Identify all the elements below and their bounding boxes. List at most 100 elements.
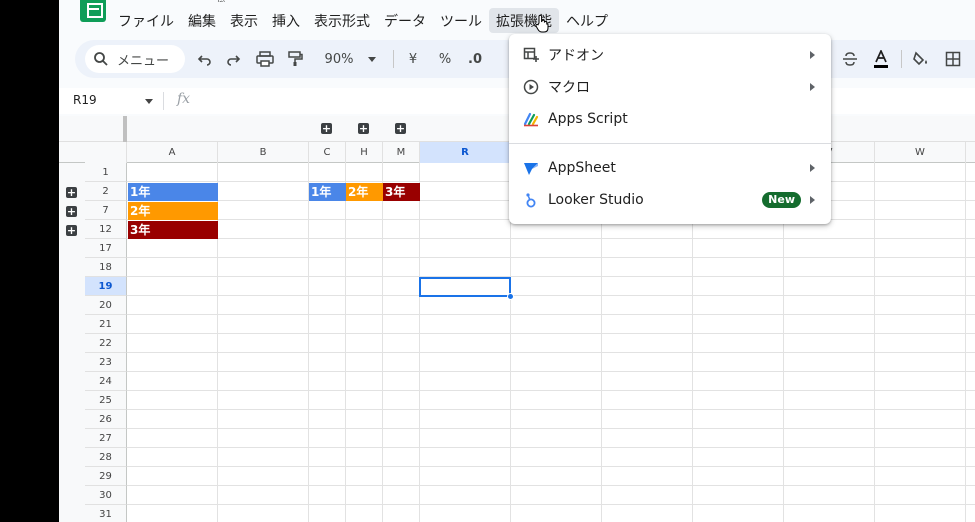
search-menus-pill[interactable]: メニュー xyxy=(85,45,185,73)
appsheet-icon xyxy=(524,163,538,175)
menu-file[interactable]: ファイル xyxy=(111,8,181,33)
row-header-2[interactable]: 2 xyxy=(85,182,127,201)
column-header-b[interactable]: B xyxy=(218,142,309,163)
column-header-h[interactable]: H xyxy=(346,142,383,163)
macro-play-icon xyxy=(523,79,539,95)
menu-option-addons[interactable]: アドオン xyxy=(509,39,831,71)
menu-option-appsheet[interactable]: AppSheet xyxy=(509,152,831,184)
percent-format-button[interactable]: % xyxy=(433,40,457,78)
addon-icon xyxy=(523,47,539,62)
zoom-select[interactable]: 90% xyxy=(317,40,361,78)
expand-group-m-icon[interactable]: + xyxy=(395,123,406,134)
row-gridline xyxy=(127,276,975,277)
selected-cell-r19[interactable] xyxy=(419,277,511,297)
undo-icon[interactable] xyxy=(193,40,217,78)
row-header-19[interactable]: 19 xyxy=(85,277,127,296)
cell-a7[interactable]: 2年 xyxy=(128,202,218,220)
row-header-25[interactable]: 25 xyxy=(85,391,127,410)
column-header-w[interactable]: W xyxy=(875,142,966,163)
cell-h2[interactable]: 2年 xyxy=(346,183,383,201)
row-header-17[interactable]: 17 xyxy=(85,239,127,258)
expand-group-row-12-icon[interactable]: + xyxy=(66,225,77,236)
menu-help[interactable]: ヘルプ xyxy=(559,8,615,33)
row-gridline xyxy=(127,409,975,410)
menu-option-looker-studio[interactable]: Looker Studio New xyxy=(509,184,831,216)
row-header-1[interactable]: 1 xyxy=(85,163,127,182)
row-group-gutter: + + + xyxy=(59,163,85,522)
row-header-23[interactable]: 23 xyxy=(85,353,127,372)
fill-color-icon[interactable] xyxy=(909,40,933,78)
row-gridline xyxy=(127,238,975,239)
row-header-18[interactable]: 18 xyxy=(85,258,127,277)
select-all-corner[interactable] xyxy=(85,142,127,163)
column-header-m[interactable]: M xyxy=(383,142,420,163)
apps-script-icon xyxy=(523,112,539,127)
submenu-arrow-icon xyxy=(810,196,815,204)
menu-tools[interactable]: ツール xyxy=(433,8,489,33)
row-header-20[interactable]: 20 xyxy=(85,296,127,315)
strikethrough-icon[interactable] xyxy=(838,40,862,78)
row-header-22[interactable]: 22 xyxy=(85,334,127,353)
cell-m2[interactable]: 3年 xyxy=(383,183,420,201)
toolbar-divider xyxy=(393,50,394,68)
row-header-26[interactable]: 26 xyxy=(85,410,127,429)
name-box-dropdown-icon[interactable] xyxy=(145,99,153,104)
search-menus-label: メニュー xyxy=(117,53,170,69)
menu-option-label: Apps Script xyxy=(548,111,628,127)
hand-cursor-icon xyxy=(535,14,549,33)
redo-icon[interactable] xyxy=(221,40,245,78)
expand-group-row-2-icon[interactable]: + xyxy=(66,187,77,198)
row-header-27[interactable]: 27 xyxy=(85,429,127,448)
row-header-12[interactable]: 12 xyxy=(85,220,127,239)
borders-icon[interactable] xyxy=(941,40,965,78)
column-header-r[interactable]: R xyxy=(420,142,511,163)
menu-view[interactable]: 表示 xyxy=(223,8,265,33)
row-gridline xyxy=(127,447,975,448)
row-gridline xyxy=(127,504,975,505)
menu-option-label: マクロ xyxy=(548,80,590,96)
row-gridline xyxy=(127,485,975,486)
cell-a2[interactable]: 1年 xyxy=(128,183,218,201)
menu-format[interactable]: 表示形式 xyxy=(307,8,377,33)
menu-data[interactable]: データ xyxy=(377,8,433,33)
chevron-down-icon[interactable] xyxy=(365,40,379,78)
row-header-29[interactable]: 29 xyxy=(85,467,127,486)
cell-c2[interactable]: 1年 xyxy=(309,183,346,201)
expand-group-c-icon[interactable]: + xyxy=(321,123,332,134)
column-gridline xyxy=(419,163,420,522)
column-header-a[interactable]: A xyxy=(127,142,218,163)
submenu-arrow-icon xyxy=(810,83,815,91)
menu-option-macros[interactable]: マクロ xyxy=(509,71,831,103)
name-box[interactable]: R19 xyxy=(73,93,97,107)
row-gridline xyxy=(127,257,975,258)
row-header-21[interactable]: 21 xyxy=(85,315,127,334)
paint-format-icon[interactable] xyxy=(283,40,307,78)
menu-divider xyxy=(509,143,831,144)
menu-option-label: アドオン xyxy=(548,48,604,64)
expand-group-row-7-icon[interactable]: + xyxy=(66,206,77,217)
document-title-clipped: ▔▔ ▔▔▔ ▔ ☆ xyxy=(119,0,229,2)
menu-insert[interactable]: 挿入 xyxy=(265,8,307,33)
decrease-decimal-button[interactable]: .0 xyxy=(463,40,487,78)
row-gridline xyxy=(127,466,975,467)
row-gridline xyxy=(127,390,975,391)
submenu-arrow-icon xyxy=(810,51,815,59)
row-header-7[interactable]: 7 xyxy=(85,201,127,220)
cell-a12[interactable]: 3年 xyxy=(128,221,218,239)
sheets-app: ▔▔ ▔▔▔ ▔ ☆ ファイル 編集 表示 挿入 表示形式 データ ツール 拡張… xyxy=(59,0,975,522)
expand-group-h-icon[interactable]: + xyxy=(358,123,369,134)
currency-format-button[interactable]: ¥ xyxy=(401,40,425,78)
sheets-logo-icon[interactable] xyxy=(80,0,106,22)
text-color-icon[interactable] xyxy=(869,40,893,78)
column-gridline xyxy=(345,163,346,522)
menu-edit[interactable]: 編集 xyxy=(181,8,223,33)
fill-handle[interactable] xyxy=(507,293,514,300)
column-header-c[interactable]: C xyxy=(309,142,346,163)
menu-option-apps-script[interactable]: Apps Script xyxy=(509,103,831,135)
row-header-31[interactable]: 31 xyxy=(85,505,127,522)
row-header-30[interactable]: 30 xyxy=(85,486,127,505)
print-icon[interactable] xyxy=(253,40,277,78)
row-header-24[interactable]: 24 xyxy=(85,372,127,391)
row-gridline xyxy=(127,371,975,372)
row-header-28[interactable]: 28 xyxy=(85,448,127,467)
